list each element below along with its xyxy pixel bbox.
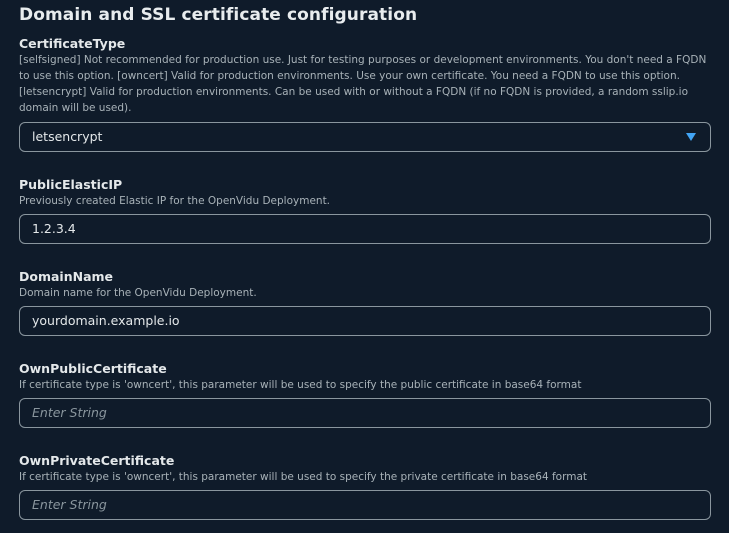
certificate-type-label: CertificateType — [19, 36, 126, 51]
domain-name-input[interactable]: yourdomain.example.io — [19, 306, 711, 336]
caret-down-icon — [686, 133, 696, 141]
public-elastic-ip-input[interactable]: 1.2.3.4 — [19, 214, 711, 244]
certificate-type-value: letsencrypt — [32, 129, 103, 144]
public-elastic-ip-field: PublicElasticIP Previously created Elast… — [19, 177, 711, 244]
own-public-certificate-description: If certificate type is 'owncert', this p… — [19, 379, 582, 391]
section-title: Domain and SSL certificate configuration — [19, 5, 418, 25]
own-public-certificate-input[interactable]: Enter String — [19, 398, 711, 428]
own-public-certificate-field: OwnPublicCertificate If certificate type… — [19, 361, 711, 428]
ssl-config-panel: Domain and SSL certificate configuration… — [0, 0, 729, 533]
own-private-certificate-description: If certificate type is 'owncert', this p… — [19, 471, 587, 483]
own-private-certificate-label: OwnPrivateCertificate — [19, 453, 175, 468]
own-private-certificate-input[interactable]: Enter String — [19, 490, 711, 520]
domain-name-field: DomainName Domain name for the OpenVidu … — [19, 269, 711, 336]
certificate-type-description: [selfsigned] Not recommended for product… — [19, 54, 707, 114]
public-elastic-ip-description: Previously created Elastic IP for the Op… — [19, 195, 331, 207]
domain-name-label: DomainName — [19, 269, 114, 284]
public-elastic-ip-label: PublicElasticIP — [19, 177, 123, 192]
certificate-type-select[interactable]: letsencrypt — [19, 122, 711, 152]
own-public-certificate-label: OwnPublicCertificate — [19, 361, 167, 376]
domain-name-description: Domain name for the OpenVidu Deployment. — [19, 287, 257, 299]
certificate-type-field: CertificateType [selfsigned] Not recomme… — [19, 36, 711, 152]
own-private-certificate-field: OwnPrivateCertificate If certificate typ… — [19, 453, 711, 520]
